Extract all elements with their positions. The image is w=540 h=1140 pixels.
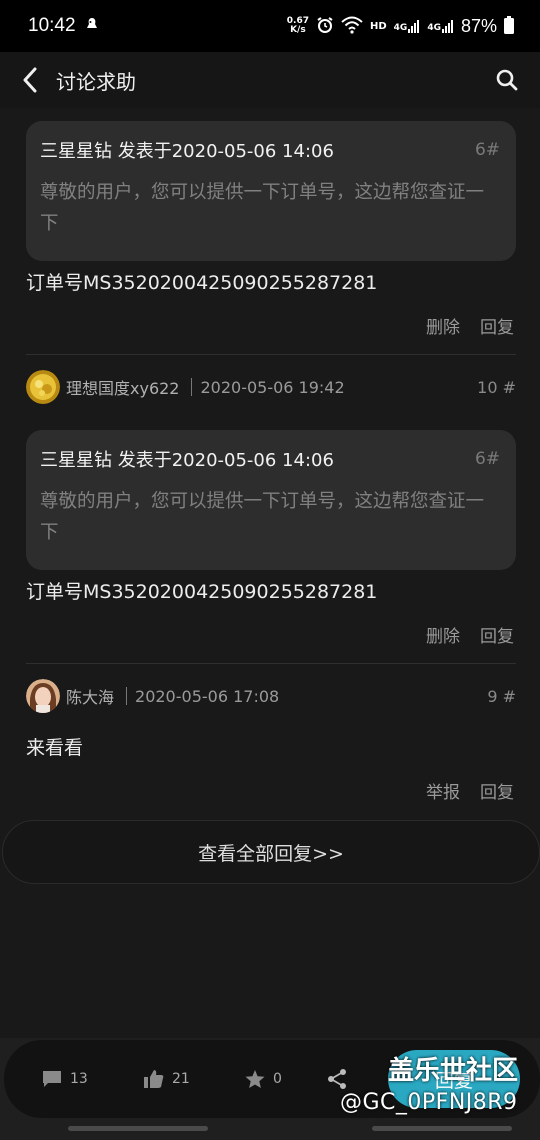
- delete-button[interactable]: 删除: [426, 313, 460, 338]
- nav-handle-right: [372, 1126, 512, 1131]
- author-name[interactable]: 陈大海: [66, 684, 114, 708]
- quote-floor: 6#: [474, 140, 500, 160]
- author-name[interactable]: 理想国度xy622: [66, 375, 179, 399]
- comment-count-button[interactable]: 13: [42, 1070, 88, 1088]
- star-icon: [245, 1069, 265, 1089]
- search-icon[interactable]: [496, 69, 518, 91]
- post-text: 来看看: [26, 737, 84, 759]
- post-text: 订单号MS3520200425090255287281: [26, 581, 378, 603]
- divider: [26, 354, 516, 355]
- status-bar: 10:42 0.67 K/s HD 4G 4G 87%: [0, 0, 540, 52]
- nav-handle-left: [68, 1126, 208, 1131]
- view-all-replies-button[interactable]: 查看全部回复>>: [2, 820, 540, 884]
- avatar[interactable]: [26, 679, 60, 713]
- quote-body: 尊敬的用户，您可以提供一下订单号，这边帮您查证一下: [40, 182, 485, 234]
- floor-number: 10 #: [477, 377, 516, 397]
- reply-button[interactable]: 回复: [480, 622, 514, 647]
- status-time: 10:42: [28, 15, 76, 36]
- notification-icon: [84, 15, 100, 37]
- quote-floor: 6#: [474, 449, 500, 469]
- screen: 10:42 0.67 K/s HD 4G 4G 87% 讨论求助 三星星钻 发表…: [0, 0, 540, 1140]
- report-button[interactable]: 举报: [426, 778, 460, 803]
- post-author-row: 陈大海 2020-05-06 17:08 9 #: [26, 678, 516, 714]
- quote-author-line: 三星星钻 发表于2020-05-06 14:06: [40, 141, 334, 162]
- quote-body: 尊敬的用户，您可以提供一下订单号，这边帮您查证一下: [40, 491, 485, 543]
- watermark-brand: 盖乐世社区: [388, 1056, 519, 1086]
- reply-button[interactable]: 回复: [480, 778, 514, 803]
- network-type-1: 4G: [393, 23, 408, 33]
- quoted-reply[interactable]: 三星星钻 发表于2020-05-06 14:06 6# 尊敬的用户，您可以提供一…: [26, 121, 516, 261]
- signal-icon-1: 4G: [394, 19, 421, 33]
- post-author-row: 理想国度xy622 2020-05-06 19:42 10 #: [26, 369, 516, 405]
- watermark-user: @GC_0PFNJ8R9: [340, 1090, 518, 1115]
- quote-author-line: 三星星钻 发表于2020-05-06 14:06: [40, 450, 334, 471]
- share-icon: [326, 1068, 348, 1090]
- separator: [126, 687, 128, 705]
- app-header: 讨论求助: [0, 52, 540, 108]
- like-button[interactable]: 21: [144, 1070, 190, 1088]
- alarm-icon: [316, 16, 334, 37]
- quoted-reply[interactable]: 三星星钻 发表于2020-05-06 14:06 6# 尊敬的用户，您可以提供一…: [26, 430, 516, 570]
- reply-button[interactable]: 回复: [480, 313, 514, 338]
- separator: [191, 378, 193, 396]
- page-title: 讨论求助: [56, 69, 136, 94]
- favorite-button[interactable]: 0: [245, 1069, 282, 1089]
- battery-icon: [504, 15, 514, 37]
- reply-list: 三星星钻 发表于2020-05-06 14:06 6# 尊敬的用户，您可以提供一…: [0, 108, 540, 1038]
- floor-number: 9 #: [487, 686, 516, 706]
- delete-button[interactable]: 删除: [426, 622, 460, 647]
- favorite-count: 0: [273, 1071, 282, 1087]
- post-time: 2020-05-06 17:08: [135, 686, 280, 706]
- comment-count: 13: [70, 1071, 88, 1087]
- signal-icon-2: 4G: [427, 19, 454, 33]
- network-speed: 0.67 K/s: [287, 17, 309, 35]
- like-count: 21: [172, 1071, 190, 1087]
- thumbs-up-icon: [144, 1070, 164, 1088]
- share-button[interactable]: [326, 1068, 348, 1090]
- comment-icon: [42, 1070, 62, 1088]
- avatar[interactable]: [26, 370, 60, 404]
- network-type-2: 4G: [427, 23, 441, 33]
- back-icon[interactable]: [22, 67, 38, 93]
- hd-label: HD: [369, 20, 387, 32]
- wifi-icon: [341, 16, 363, 37]
- post-text: 订单号MS3520200425090255287281: [26, 272, 378, 294]
- speed-unit: K/s: [290, 25, 306, 35]
- post-time: 2020-05-06 19:42: [200, 377, 345, 397]
- battery-percent: 87%: [460, 15, 497, 36]
- divider: [26, 663, 516, 664]
